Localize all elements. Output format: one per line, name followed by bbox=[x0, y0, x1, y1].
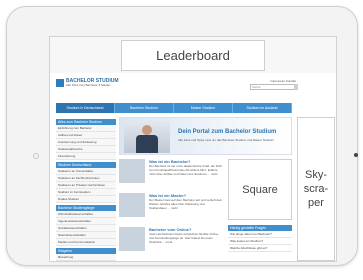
logo-icon bbox=[56, 79, 64, 87]
hero-image bbox=[124, 121, 170, 153]
article: Was ist ein Master? Der Master baut auf … bbox=[119, 193, 224, 223]
leaderboard-ad: Leaderboard bbox=[121, 40, 265, 71]
sidebar-item[interactable]: Studieren an Privaten Hochschulen bbox=[56, 182, 116, 189]
hero-banner: Dein Portal zum Bachelor Studium Alle In… bbox=[119, 117, 292, 155]
logo-title: BACHELOR STUDIUM Alle Infos zum Bachelor… bbox=[66, 78, 119, 87]
article-text: Viele Hochschulen bieten inzwischen flex… bbox=[149, 232, 219, 244]
sidebar: Alles zum Bachelor Studium Einführung zum… bbox=[56, 117, 116, 262]
screen: Leaderboard BACHELOR STUDIUM Alle Infos … bbox=[49, 36, 337, 262]
article: Was ist ein Bachelor? Der Bachelor ist d… bbox=[119, 159, 224, 189]
website: BACHELOR STUDIUM Alle Infos zum Bachelor… bbox=[50, 73, 336, 262]
top-links[interactable]: Impressum Kontakt bbox=[270, 79, 296, 83]
search-button[interactable] bbox=[294, 84, 298, 90]
sidebar-item[interactable]: Wirtschaftswissenschaften bbox=[56, 211, 116, 218]
panel-link[interactable]: Wie lange dauert ein Bachelor? bbox=[228, 231, 292, 238]
sidebar-item[interactable]: Anerkennung und Zulassung bbox=[56, 139, 116, 146]
sidebar-item[interactable]: Bewerbung bbox=[56, 254, 116, 261]
sidebar-item[interactable]: Sozialwissenschaften bbox=[56, 225, 116, 232]
nav-item[interactable]: Bachelor Studium bbox=[115, 103, 174, 113]
article-image bbox=[119, 159, 145, 183]
sidebar-item[interactable]: Studium im Fernstudium bbox=[56, 189, 116, 196]
site-logo[interactable]: BACHELOR STUDIUM Alle Infos zum Bachelor… bbox=[56, 79, 119, 87]
nav-item[interactable]: Studium im Ausland bbox=[233, 103, 292, 113]
sidebar-item[interactable]: Studieren an Fachhochschulen bbox=[56, 175, 116, 182]
search-input[interactable]: Suche bbox=[250, 84, 296, 90]
sidebar-item[interactable]: Förderung bbox=[56, 261, 116, 262]
sidebar-item[interactable]: Studienplatzsuche bbox=[56, 146, 116, 153]
tablet-frame: Leaderboard BACHELOR STUDIUM Alle Infos … bbox=[6, 6, 358, 266]
hero-text: Alle Infos und Tipps rund um das Bachelo… bbox=[178, 138, 274, 142]
sidebar-item[interactable]: Medien und Kommunikation bbox=[56, 239, 116, 246]
panel-link[interactable]: Was kostet ein Studium? bbox=[228, 238, 292, 245]
main-nav: Studium in Deutschland Bachelor Studium … bbox=[56, 103, 292, 113]
article-text: Der Master baut auf dem Bachelor auf und… bbox=[149, 198, 223, 210]
faq-panel: Häufig gestellte Fragen Wie lange dauert… bbox=[228, 225, 292, 252]
sidebar-item[interactable]: Finanzierung bbox=[56, 153, 116, 160]
nav-item[interactable]: Master Studium bbox=[174, 103, 233, 113]
article-image bbox=[119, 227, 145, 251]
sidebar-item[interactable]: Ingenieurwissenschaften bbox=[56, 218, 116, 225]
article-text: Der Bachelor ist der erste akademische G… bbox=[149, 164, 222, 176]
sidebar-item[interactable]: Naturwissenschaften bbox=[56, 232, 116, 239]
sidebar-item[interactable]: Einführung zum Bachelor bbox=[56, 125, 116, 132]
logo-subtitle: Alle Infos zum Bachelor & Master bbox=[66, 83, 111, 87]
home-button[interactable] bbox=[354, 153, 358, 157]
sidebar-item[interactable]: Duales Studium bbox=[56, 196, 116, 203]
square-ad: Square bbox=[228, 159, 292, 220]
sidebar-item[interactable]: Aufbau und Dauer bbox=[56, 132, 116, 139]
camera-icon bbox=[33, 153, 39, 159]
article: Bachelor vom Online? Viele Hochschulen b… bbox=[119, 227, 224, 257]
hero-title: Dein Portal zum Bachelor Studium bbox=[178, 129, 277, 135]
panel-link[interactable]: Welche Abschlüsse gibt es? bbox=[228, 245, 292, 252]
skyscraper-ad: Sky-scra-per bbox=[297, 117, 335, 261]
sidebar-item[interactable]: Studieren an Universitäten bbox=[56, 168, 116, 175]
article-image bbox=[119, 193, 145, 217]
nav-item[interactable]: Studium in Deutschland bbox=[56, 103, 115, 113]
